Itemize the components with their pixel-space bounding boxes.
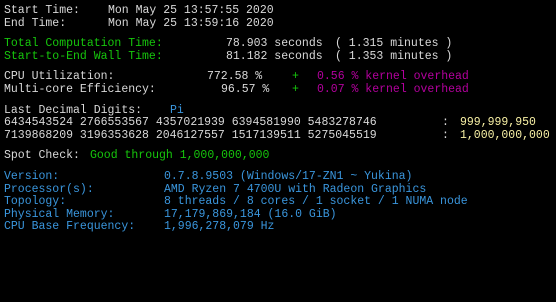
version-value: 0.7.8.9503 (Windows/17-ZN1 ~ Yukina) [164,169,413,183]
version-line: Version: 0.7.8.9503 (Windows/17-ZN1 ~ Yu… [4,169,556,184]
digits-row-position: 1,000,000,000 [460,128,550,142]
efficiency-value: 96.57 % [221,82,270,96]
digits-row-values: 7139868209 3196353628 2046127557 1517139… [4,128,377,142]
computation-time-minutes: ( 1.315 minutes ) [335,37,453,51]
start-time-value: Mon May 25 13:57:55 2020 [108,4,274,17]
digits-row: 6434543524 2766553567 4357021939 6394581… [4,117,556,130]
end-time-line: End Time: Mon May 25 13:59:16 2020 [4,16,556,31]
spot-check-label: Spot Check: [4,149,80,163]
topology-label: Topology: [4,195,67,209]
digits-row: 7139868209 3196353628 2046127557 1517139… [4,128,556,143]
digits-row-separator: : [442,116,449,130]
topology-value: 8 threads / 8 cores / 1 socket / 1 NUMA … [164,195,468,209]
digits-row-separator: : [442,128,449,142]
computation-time-label: Total Computation Time: [4,37,163,51]
start-time-label: Start Time: [4,4,80,17]
efficiency-kernel-overhead: 0.07 % kernel overhead [317,82,469,96]
computation-time-line: Total Computation Time: 78.903 seconds (… [4,38,556,51]
spot-check-line: Spot Check: Good through 1,000,000,000 [4,150,556,163]
topology-line: Topology: 8 threads / 8 cores / 1 socket… [4,196,556,209]
digits-row-position: 999,999,950 [460,116,536,130]
efficiency-separator: + [292,82,299,96]
start-time-line: Start Time: Mon May 25 13:57:55 2020 [4,4,556,18]
end-time-value: Mon May 25 13:59:16 2020 [108,16,274,30]
console-window: Start Time: Mon May 25 13:57:55 2020 End… [0,0,556,302]
computation-time-seconds: 78.903 seconds [226,37,323,51]
base-frequency-line: CPU Base Frequency: 1,996,278,079 Hz [4,221,556,234]
wall-time-minutes: ( 1.353 minutes ) [335,49,453,63]
efficiency-label: Multi-core Efficiency: [4,82,156,96]
efficiency-line: Multi-core Efficiency: 96.57 % + 0.07 % … [4,82,556,97]
base-frequency-value: 1,996,278,079 Hz [164,220,275,234]
base-frequency-label: CPU Base Frequency: [4,220,136,234]
wall-time-seconds: 81.182 seconds [226,49,323,63]
wall-time-label: Start-to-End Wall Time: [4,49,163,63]
wall-time-line: Start-to-End Wall Time: 81.182 seconds (… [4,49,556,64]
version-label: Version: [4,169,60,183]
end-time-label: End Time: [4,16,67,30]
digits-row-values: 6434543524 2766553567 4357021939 6394581… [4,116,377,130]
spot-check-result: Good through 1,000,000,000 [90,149,270,163]
